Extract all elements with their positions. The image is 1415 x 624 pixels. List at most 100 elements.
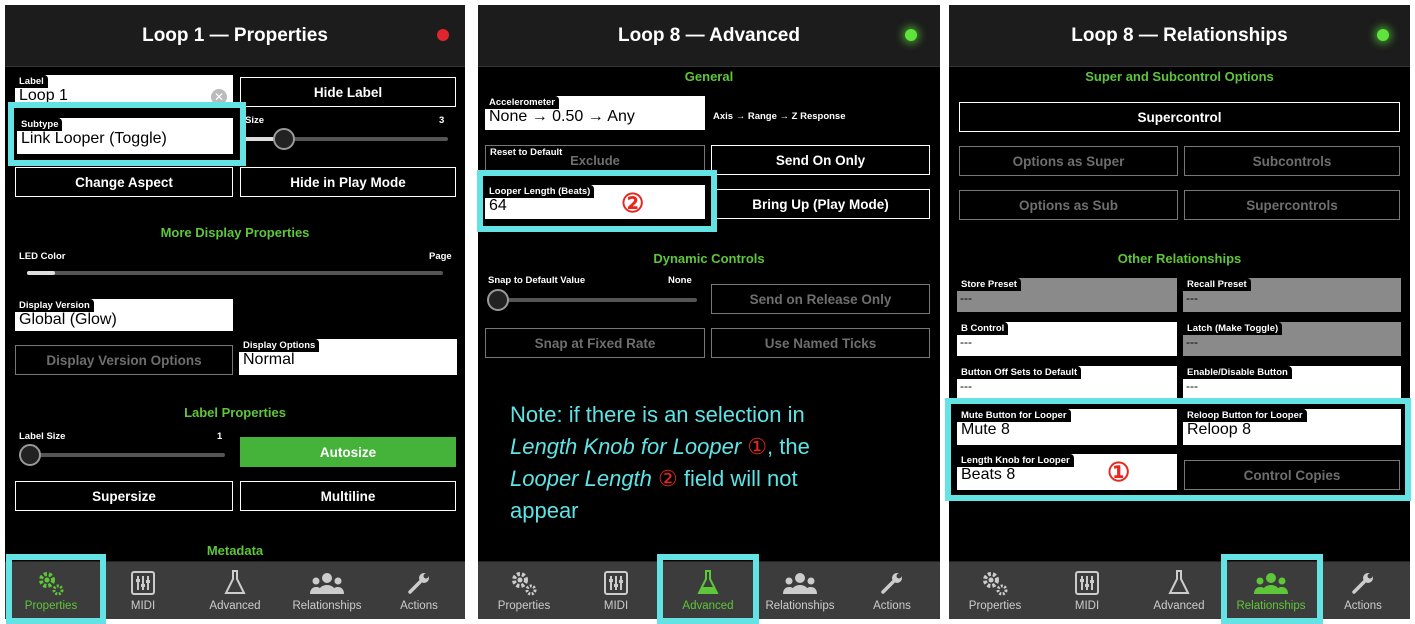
tab-properties[interactable]: Properties xyxy=(5,562,97,619)
tab-bar: Properties MIDI Advanced Relationships A… xyxy=(949,561,1410,619)
display-version-field[interactable]: Display Version Global (Glow) xyxy=(15,299,233,331)
tab-relationships[interactable]: Relationships xyxy=(1225,562,1317,619)
led-color-slider[interactable] xyxy=(27,262,443,284)
tab-bar: Properties MIDI Advanced Relationships A… xyxy=(5,561,465,619)
advanced-panel: Loop 8 — Advanced General Accelerometer … xyxy=(478,5,940,619)
gears-icon xyxy=(478,569,570,597)
supercontrols-button[interactable]: Supercontrols xyxy=(1184,190,1400,220)
label-size-label: Label Size xyxy=(19,431,66,442)
snap-to-default-label: Snap to Default Value xyxy=(488,275,586,286)
section-super-sub-options: Super and Subcontrol Options xyxy=(1085,69,1274,84)
tab-advanced[interactable]: Advanced xyxy=(189,562,281,619)
tab-midi[interactable]: MIDI xyxy=(1041,562,1133,619)
size-label: Size xyxy=(245,115,265,126)
tab-advanced[interactable]: Advanced xyxy=(1133,562,1225,619)
slider-knob[interactable] xyxy=(487,289,509,311)
reloop-button-field[interactable]: Reloop Button for Looper Reloop 8 xyxy=(1183,409,1401,445)
supersize-button[interactable]: Supersize xyxy=(15,481,233,511)
size-value: 3 xyxy=(439,115,445,126)
flask-icon xyxy=(662,569,754,597)
looper-length-field[interactable]: Looper Length (Beats) 64 xyxy=(485,185,705,219)
tab-actions[interactable]: Actions xyxy=(1317,562,1409,619)
tab-advanced[interactable]: Advanced xyxy=(662,562,754,619)
change-aspect-button[interactable]: Change Aspect xyxy=(15,167,233,197)
reset-to-default-button[interactable]: Reset to Default Exclude xyxy=(485,145,705,175)
wrench-icon xyxy=(1317,569,1409,597)
panel-title: Loop 8 — Relationships xyxy=(949,5,1410,67)
send-on-release-only-button[interactable]: Send on Release Only xyxy=(711,284,930,314)
section-label-properties: Label Properties xyxy=(184,405,286,420)
tab-properties[interactable]: Properties xyxy=(949,562,1041,619)
enable-disable-field[interactable]: Enable/Disable Button --- xyxy=(1183,366,1401,400)
tab-actions[interactable]: Actions xyxy=(846,562,938,619)
store-preset-field[interactable]: Store Preset --- xyxy=(957,278,1177,312)
relationships-panel: Loop 8 — Relationships Super and Subcont… xyxy=(949,5,1410,619)
snap-to-default-slider[interactable] xyxy=(487,288,697,312)
slider-knob[interactable] xyxy=(19,444,41,466)
display-version-options-button[interactable]: Display Version Options xyxy=(15,345,233,375)
send-on-only-button[interactable]: Send On Only xyxy=(711,145,930,175)
led-indicator xyxy=(1377,29,1389,41)
autosize-button[interactable]: Autosize xyxy=(240,437,456,467)
properties-panel: Loop 1 — Properties Label Loop 1 ✕ Hide … xyxy=(5,5,465,619)
options-as-super-button[interactable]: Options as Super xyxy=(959,146,1178,176)
note-text: Note: if there is an selection in Length… xyxy=(510,402,810,523)
panel-title: Loop 8 — Advanced xyxy=(478,5,940,67)
tab-properties[interactable]: Properties xyxy=(478,562,570,619)
tab-actions[interactable]: Actions xyxy=(373,562,465,619)
marker-two: ② xyxy=(621,188,645,218)
panel-title: Loop 1 — Properties xyxy=(5,5,465,67)
axis-hint: Axis → Range → Z Response xyxy=(713,111,846,122)
flask-icon xyxy=(189,569,281,597)
mute-button-field[interactable]: Mute Button for Looper Mute 8 xyxy=(957,409,1177,445)
hide-label-button[interactable]: Hide Label xyxy=(240,77,456,107)
label-size-slider[interactable] xyxy=(19,443,225,467)
sliders-icon xyxy=(570,569,662,597)
recall-preset-field[interactable]: Recall Preset --- xyxy=(1183,278,1401,312)
led-indicator xyxy=(905,29,917,41)
wrench-icon xyxy=(373,569,465,597)
hide-in-play-mode-button[interactable]: Hide in Play Mode xyxy=(240,167,456,197)
flask-icon xyxy=(1133,569,1225,597)
clear-icon[interactable]: ✕ xyxy=(211,89,227,105)
button-off-sets-field[interactable]: Button Off Sets to Default --- xyxy=(957,366,1177,400)
section-more-display-properties: More Display Properties xyxy=(160,225,310,240)
options-as-sub-button[interactable]: Options as Sub xyxy=(959,190,1178,220)
b-control-field[interactable]: B Control --- xyxy=(957,322,1177,356)
label-field[interactable]: Label Loop 1 ✕ xyxy=(15,75,233,108)
gears-icon xyxy=(949,569,1041,597)
size-slider[interactable] xyxy=(243,127,448,151)
control-copies-button[interactable]: Control Copies xyxy=(1184,460,1400,490)
length-knob-field[interactable]: Length Knob for Looper Beats 8 xyxy=(957,454,1177,490)
supercontrol-button[interactable]: Supercontrol xyxy=(959,102,1400,132)
section-metadata: Metadata xyxy=(206,543,264,558)
tab-midi[interactable]: MIDI xyxy=(97,562,189,619)
subtype-field[interactable]: Subtype Link Looper (Toggle) xyxy=(17,118,233,154)
bring-up-button[interactable]: Bring Up (Play Mode) xyxy=(711,189,930,219)
label-size-value: 1 xyxy=(217,431,223,442)
wrench-icon xyxy=(846,569,938,597)
led-indicator xyxy=(437,29,449,41)
tab-bar: Properties MIDI Advanced Relationships A… xyxy=(478,561,940,619)
slider-knob[interactable] xyxy=(273,128,295,150)
tab-midi[interactable]: MIDI xyxy=(570,562,662,619)
section-general: General xyxy=(684,69,734,84)
snap-to-default-value: None xyxy=(668,275,692,286)
multiline-button[interactable]: Multiline xyxy=(240,481,456,511)
display-options-field[interactable]: Display Options Normal xyxy=(239,339,457,375)
marker-one: ① xyxy=(1107,457,1131,487)
use-named-ticks-button[interactable]: Use Named Ticks xyxy=(711,328,930,358)
people-icon xyxy=(1225,569,1317,597)
sliders-icon xyxy=(1041,569,1133,597)
tab-relationships[interactable]: Relationships xyxy=(754,562,846,619)
section-dynamic-controls: Dynamic Controls xyxy=(653,251,765,266)
people-icon xyxy=(281,569,373,597)
people-icon xyxy=(754,569,846,597)
subcontrols-button[interactable]: Subcontrols xyxy=(1184,146,1400,176)
page-label: Page xyxy=(429,251,452,262)
section-other-relationships: Other Relationships xyxy=(1117,251,1242,266)
accelerometer-field[interactable]: Accelerometer None → 0.50 → Any xyxy=(485,96,705,130)
snap-at-fixed-rate-button[interactable]: Snap at Fixed Rate xyxy=(485,328,705,358)
tab-relationships[interactable]: Relationships xyxy=(281,562,373,619)
latch-field[interactable]: Latch (Make Toggle) --- xyxy=(1183,322,1401,356)
